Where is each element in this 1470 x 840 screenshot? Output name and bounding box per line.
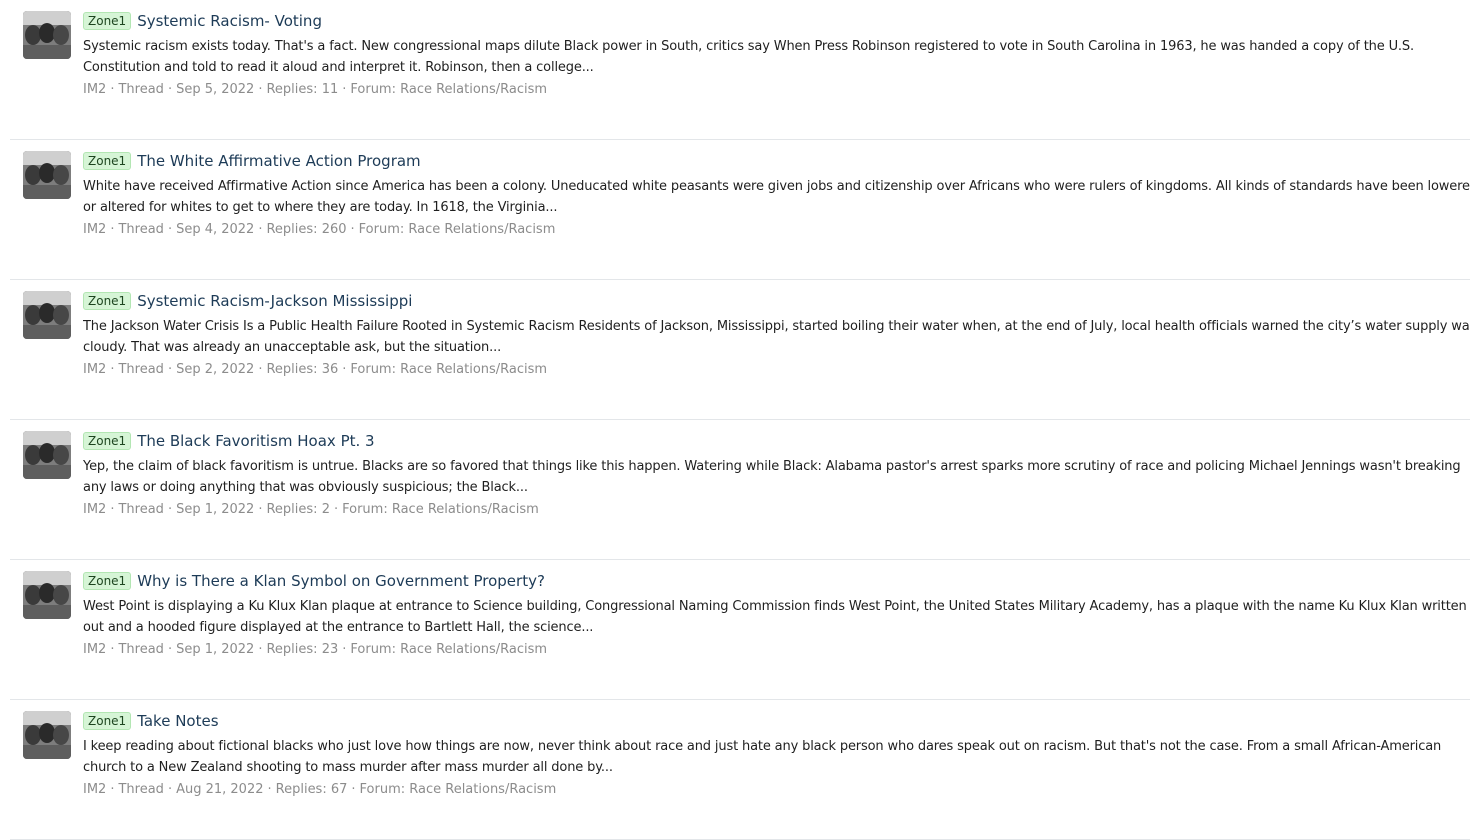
avatar-image — [23, 11, 71, 59]
author-link[interactable]: IM2 — [83, 642, 106, 657]
reply-count: Replies: 36 — [266, 362, 339, 377]
thread-title-link[interactable]: Systemic Racism- Voting — [137, 10, 322, 32]
forum-link[interactable]: Forum: Race Relations/Racism — [360, 782, 557, 797]
zone-label[interactable]: Zone1 — [83, 572, 132, 590]
thread-meta: IM2 · Thread · Sep 4, 2022 · Replies: 260 · Foru… — [83, 222, 556, 237]
reply-count: Replies: 23 — [266, 642, 339, 657]
thread-meta: IM2 · Thread · Sep 1, 2022 · Replies: 2 · Forum:… — [83, 502, 539, 517]
list-item: Zone1 Systemic Racism-Jackson Mississipp… — [10, 280, 1470, 420]
avatar[interactable] — [23, 571, 71, 619]
avatar[interactable] — [23, 711, 71, 759]
zone-label[interactable]: Zone1 — [83, 292, 132, 310]
list-item: Zone1 Take Notes I keep reading about fi… — [10, 700, 1470, 840]
post-date: Sep 1, 2022 — [176, 502, 255, 517]
zone-label[interactable]: Zone1 — [83, 712, 132, 730]
thread-title-link[interactable]: Systemic Racism-Jackson Mississippi — [137, 290, 412, 312]
avatar[interactable] — [23, 431, 71, 479]
thread-title-link[interactable]: The Black Favoritism Hoax Pt. 3 — [137, 430, 374, 452]
content-type: Thread — [118, 642, 164, 657]
forum-link[interactable]: Forum: Race Relations/Racism — [350, 82, 547, 97]
content-type: Thread — [118, 782, 164, 797]
post-date: Aug 21, 2022 — [176, 782, 264, 797]
content-type: Thread — [118, 362, 164, 377]
post-date: Sep 2, 2022 — [176, 362, 255, 377]
list-item: Zone1 The Black Favoritism Hoax Pt. 3 Ye… — [10, 420, 1470, 560]
avatar-image — [23, 711, 71, 759]
author-link[interactable]: IM2 — [83, 362, 106, 377]
avatar[interactable] — [23, 151, 71, 199]
post-date: Sep 5, 2022 — [176, 82, 255, 97]
post-date: Sep 1, 2022 — [176, 642, 255, 657]
thread-meta: IM2 · Thread · Sep 2, 2022 · Replies: 36 · Forum… — [83, 362, 548, 377]
list-item: Zone1 Systemic Racism- Voting Systemic r… — [10, 0, 1470, 140]
thread-snippet: Yep, the claim of black favoritism is un… — [83, 459, 1461, 495]
avatar-image — [23, 571, 71, 619]
content-type: Thread — [118, 222, 164, 237]
thread-title-link[interactable]: Why is There a Klan Symbol on Government… — [137, 570, 545, 592]
reply-count: Replies: 67 — [275, 782, 348, 797]
author-link[interactable]: IM2 — [83, 782, 106, 797]
zone-label[interactable]: Zone1 — [83, 432, 132, 450]
thread-snippet: The Jackson Water Crisis Is a Public Hea… — [83, 319, 1470, 355]
author-link[interactable]: IM2 — [83, 222, 106, 237]
thread-meta: IM2 · Thread · Aug 21, 2022 · Replies: 67 · Foru… — [83, 782, 557, 797]
forum-link[interactable]: Forum: Race Relations/Racism — [350, 642, 547, 657]
thread-snippet: West Point is displaying a Ku Klux Klan … — [83, 599, 1467, 635]
zone-label[interactable]: Zone1 — [83, 152, 132, 170]
thread-snippet: I keep reading about fictional blacks wh… — [83, 739, 1442, 775]
thread-meta: IM2 · Thread · Sep 1, 2022 · Replies: 23 · Forum… — [83, 642, 548, 657]
reply-count: Replies: 11 — [266, 82, 339, 97]
zone-label[interactable]: Zone1 — [83, 12, 132, 30]
thread-meta: IM2 · Thread · Sep 5, 2022 · Replies: 11 · Forum… — [83, 82, 548, 97]
reply-count: Replies: 2 — [266, 502, 330, 517]
avatar-image — [23, 431, 71, 479]
thread-snippet: White have received Affirmative Action s… — [83, 179, 1470, 215]
content-type: Thread — [118, 502, 164, 517]
thread-snippet: Systemic racism exists today. That's a f… — [83, 39, 1414, 75]
avatar[interactable] — [23, 11, 71, 59]
list-item: Zone1 Why is There a Klan Symbol on Gove… — [10, 560, 1470, 700]
author-link[interactable]: IM2 — [83, 82, 106, 97]
avatar[interactable] — [23, 291, 71, 339]
content-type: Thread — [118, 82, 164, 97]
reply-count: Replies: 260 — [266, 222, 347, 237]
avatar-image — [23, 291, 71, 339]
forum-link[interactable]: Forum: Race Relations/Racism — [342, 502, 539, 517]
post-date: Sep 4, 2022 — [176, 222, 255, 237]
author-link[interactable]: IM2 — [83, 502, 106, 517]
forum-link[interactable]: Forum: Race Relations/Racism — [350, 362, 547, 377]
thread-title-link[interactable]: Take Notes — [137, 710, 218, 732]
forum-link[interactable]: Forum: Race Relations/Racism — [359, 222, 556, 237]
list-item: Zone1 The White Affirmative Action Progr… — [10, 140, 1470, 280]
thread-title-link[interactable]: The White Affirmative Action Program — [137, 150, 420, 172]
avatar-image — [23, 151, 71, 199]
